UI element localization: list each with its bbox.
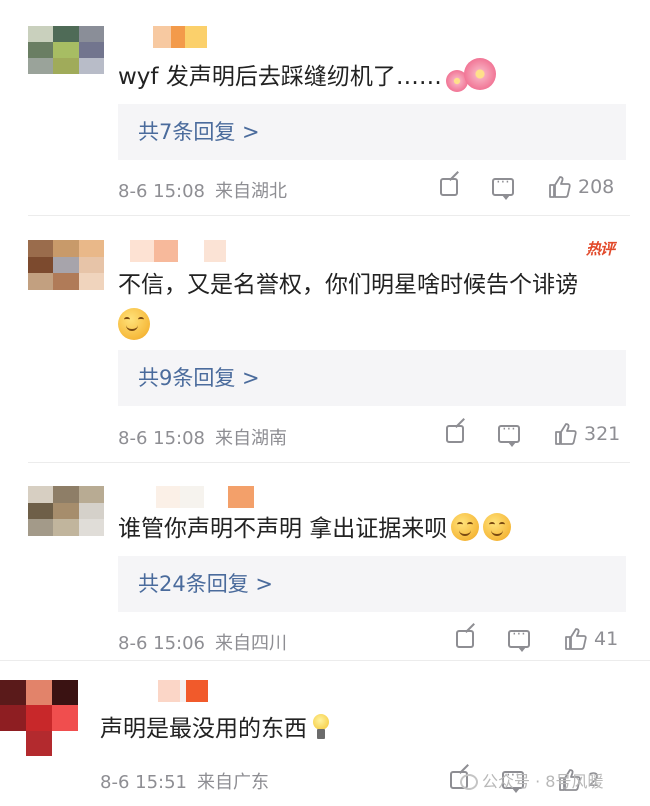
timestamp: 8-6 15:51 (100, 772, 187, 793)
comment-meta: 8-6 15:08 来自湖北 (118, 177, 287, 203)
comment-actions: 208 (440, 174, 615, 200)
timestamp: 8-6 15:08 (118, 181, 205, 202)
like-icon[interactable] (548, 175, 572, 199)
lightbulb-emoji-icon (311, 714, 331, 740)
comment-text: 谁管你声明不声明 拿出证据来呗 (118, 512, 512, 546)
avatar[interactable] (28, 240, 104, 290)
like-count: 41 (594, 628, 619, 650)
location: 来自湖北 (215, 181, 287, 202)
view-replies-button[interactable]: 共24条回复 > (118, 556, 626, 612)
username-blurred[interactable] (130, 240, 226, 262)
timestamp: 8-6 15:06 (118, 633, 205, 654)
smile-emoji-icon (483, 513, 512, 541)
comment-meta: 8-6 15:08 来自湖南 (118, 424, 287, 450)
comment-text: 声明是最没用的东西 (100, 712, 331, 746)
divider (28, 215, 630, 216)
share-icon[interactable] (456, 630, 474, 648)
smile-emoji-icon (451, 513, 480, 541)
reply-icon[interactable] (498, 421, 520, 447)
view-replies-button[interactable]: 共7条回复 > (118, 104, 626, 160)
username-blurred[interactable] (153, 26, 207, 48)
share-icon[interactable] (446, 425, 464, 443)
username-blurred[interactable] (158, 680, 208, 702)
flower-emoji-icon (442, 56, 498, 94)
smile-emoji-icon (118, 308, 150, 340)
avatar[interactable] (28, 486, 104, 536)
location: 来自湖南 (215, 428, 287, 449)
avatar[interactable] (0, 680, 78, 756)
comment-meta: 8-6 15:06 来自四川 (118, 629, 287, 655)
comment-emoji (118, 308, 150, 340)
like-count: 208 (578, 176, 615, 198)
share-icon[interactable] (440, 178, 458, 196)
comment-actions: 321 (446, 421, 621, 447)
location: 来自广东 (197, 772, 269, 793)
location: 来自四川 (215, 633, 287, 654)
reply-icon[interactable] (492, 174, 514, 200)
comment-meta: 8-6 15:51 来自广东 (100, 768, 269, 794)
watermark: 公众号 · 8号风暖 (460, 768, 603, 792)
divider (0, 660, 650, 661)
like-count: 321 (584, 423, 621, 445)
comment-actions: 41 (456, 626, 619, 652)
view-replies-button[interactable]: 共9条回复 > (118, 350, 626, 406)
like-icon[interactable] (564, 627, 588, 651)
comment-text: 不信，又是名誉权，你们明星啥时候告个诽谤 (118, 272, 578, 298)
hot-comment-badge: 热评 (586, 240, 615, 258)
timestamp: 8-6 15:08 (118, 428, 205, 449)
divider (28, 462, 630, 463)
like-icon[interactable] (554, 422, 578, 446)
wechat-official-account-icon (460, 774, 478, 790)
reply-icon[interactable] (508, 626, 530, 652)
comment-text: wyf 发声明后去踩缝纫机了…… (118, 56, 498, 94)
avatar[interactable] (28, 26, 104, 74)
username-blurred[interactable] (156, 486, 254, 508)
